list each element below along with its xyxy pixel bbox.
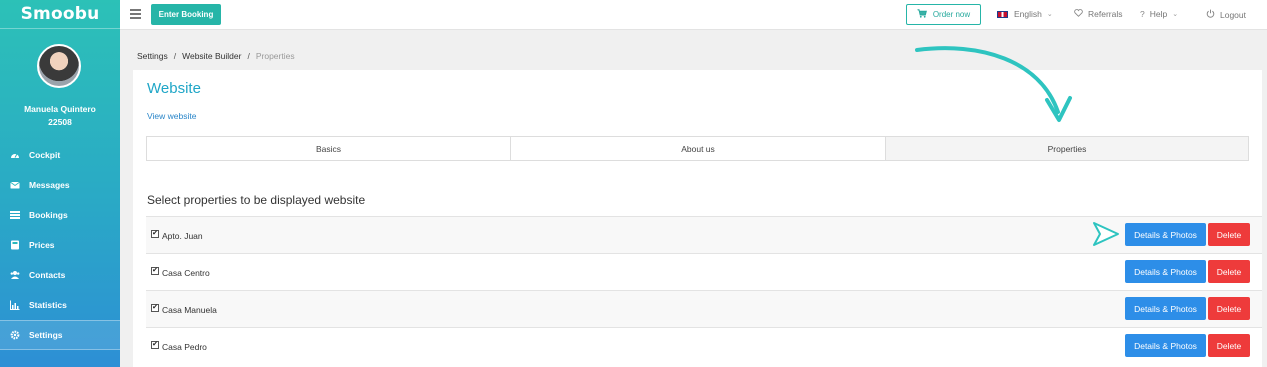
sidebar-item-messages[interactable]: Messages [0,170,120,200]
enter-booking-button[interactable]: Enter Booking [151,4,221,25]
tab-properties[interactable]: Properties [886,137,1248,160]
property-checkbox[interactable]: ✔ [151,341,159,349]
sidebar-item-prices[interactable]: Prices [0,230,120,260]
topbar: Enter Booking Order now English ⌄ Referr… [120,0,1267,30]
breadcrumb-website-builder[interactable]: Website Builder [182,51,241,61]
logout-label: Logout [1220,9,1246,20]
sidebar-item-label: Bookings [29,210,68,220]
sidebar-item-settings[interactable]: Settings [0,320,120,350]
bar-chart-icon [10,300,20,310]
sidebar-item-cockpit[interactable]: Cockpit [0,140,120,170]
order-now-button[interactable]: Order now [906,4,981,25]
delete-button[interactable]: Delete [1208,260,1250,283]
breadcrumb-current: Properties [255,51,295,61]
logo-bar: Smoobu [0,0,120,28]
property-name: Casa Centro [162,268,210,278]
avatar[interactable] [37,44,81,88]
uk-flag-icon [997,10,1008,18]
tab-basics[interactable]: Basics [147,137,511,160]
sidebar-item-label: Prices [29,240,55,250]
property-row: ✔ Casa Manuela Details & Photos Delete [146,290,1262,327]
user-id: 22508 [48,117,72,127]
dashboard-icon [10,150,20,160]
referrals-link[interactable]: Referrals [1074,9,1122,19]
properties-list: ✔ Apto. Juan Details & Photos Delete ✔ C… [146,216,1262,364]
cart-icon [917,9,927,20]
property-checkbox[interactable]: ✔ [151,267,159,275]
referrals-label: Referrals [1088,9,1123,19]
property-checkbox[interactable]: ✔ [151,230,159,238]
breadcrumb-separator: / [173,51,177,61]
sidebar-item-contacts[interactable]: Contacts [0,260,120,290]
sidebar-item-label: Contacts [29,270,66,280]
help-dropdown[interactable]: ? Help ⌄ [1140,9,1178,19]
sidebar: Smoobu Manuela Quintero 22508 Cockpit Me… [0,0,120,367]
heart-icon [1074,9,1083,19]
order-now-label: Order now [932,10,971,19]
section-title: Select properties to be displayed websit… [147,193,366,207]
logo[interactable]: Smoobu [21,4,100,24]
sidebar-item-label: Statistics [29,300,67,310]
sidebar-item-label: Settings [29,330,63,340]
delete-button[interactable]: Delete [1208,223,1250,246]
question-icon: ? [1140,9,1145,19]
tab-about-us[interactable]: About us [511,137,886,160]
website-tabs: Basics About us Properties [146,136,1249,161]
chevron-down-icon: ⌄ [1172,11,1179,18]
language-dropdown[interactable]: English ⌄ [997,9,1053,19]
sidebar-item-bookings[interactable]: Bookings [0,200,120,230]
help-label: Help [1149,9,1168,19]
delete-button[interactable]: Delete [1208,297,1250,320]
breadcrumb-separator: / [247,51,250,61]
details-photos-button[interactable]: Details & Photos [1125,223,1206,246]
details-photos-button[interactable]: Details & Photos [1125,260,1206,283]
property-row: ✔ Casa Centro Details & Photos Delete [146,253,1262,290]
calculator-icon [10,240,20,250]
sidebar-item-label: Cockpit [29,150,61,160]
divider [0,28,120,29]
list-icon [10,210,20,220]
chevron-down-icon: ⌄ [1046,11,1053,18]
breadcrumb-settings[interactable]: Settings [137,51,168,61]
sidebar-item-label: Messages [29,180,70,190]
delete-button[interactable]: Delete [1208,334,1250,357]
envelope-icon [10,180,20,190]
sidebar-nav: Cockpit Messages Bookings Prices Contact… [0,140,120,350]
gear-icon [10,330,20,340]
property-name: Casa Manuela [162,305,217,315]
user-name: Manuela Quintero [24,104,96,114]
menu-icon[interactable] [130,9,141,19]
content-panel: Website View website Basics About us Pro… [133,70,1262,367]
property-row: ✔ Apto. Juan Details & Photos Delete [146,216,1262,253]
language-label: English [1014,9,1042,19]
users-icon [10,270,20,280]
property-checkbox[interactable]: ✔ [151,304,159,312]
details-photos-button[interactable]: Details & Photos [1125,334,1206,357]
property-row: ✔ Casa Pedro Details & Photos Delete [146,327,1262,364]
details-photos-button[interactable]: Details & Photos [1125,297,1206,320]
page-title: Website [147,80,201,97]
breadcrumb: Settings / Website Builder / Properties [137,51,295,61]
property-name: Apto. Juan [162,231,203,241]
logout-link[interactable]: Logout [1206,9,1246,20]
view-website-link[interactable]: View website [147,111,196,121]
sidebar-item-statistics[interactable]: Statistics [0,290,120,320]
property-name: Casa Pedro [162,342,207,352]
power-icon [1206,9,1215,20]
